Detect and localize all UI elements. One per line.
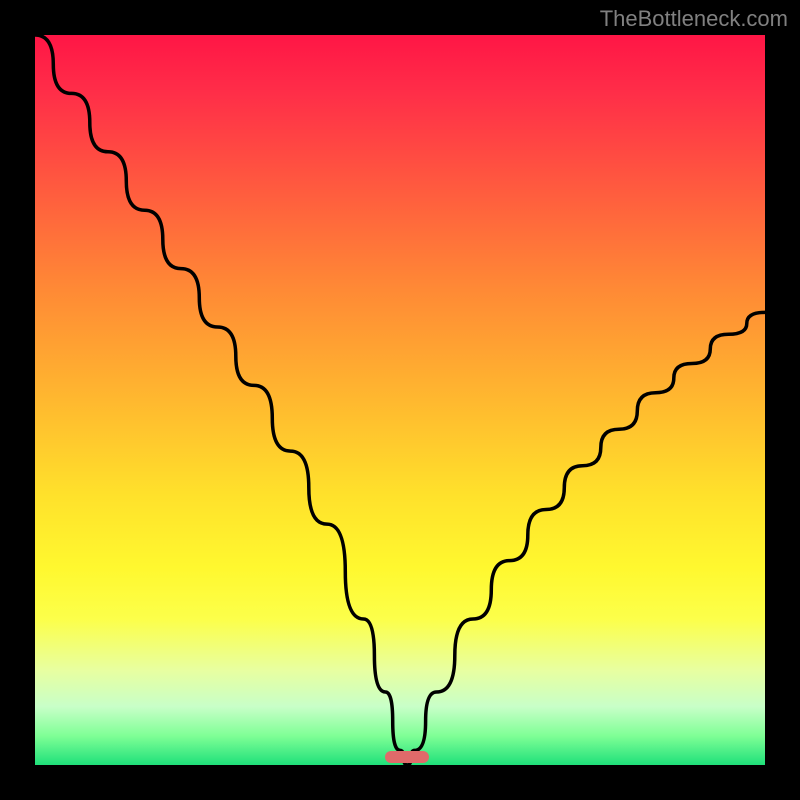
bottleneck-curve — [35, 35, 765, 765]
watermark-text: TheBottleneck.com — [600, 6, 788, 32]
optimal-marker — [385, 751, 429, 763]
chart-plot-area — [35, 35, 765, 765]
